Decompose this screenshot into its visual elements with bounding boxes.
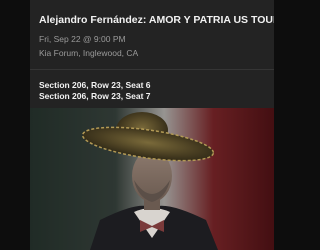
seat-label: Section 206, Row 23, Seat 7 xyxy=(39,91,151,101)
event-ticket-card[interactable]: Alejandro Fernández: AMOR Y PATRIA US TO… xyxy=(30,0,274,250)
event-artist-photo xyxy=(30,108,274,250)
event-venue: Kia Forum, Inglewood, CA xyxy=(39,48,139,58)
divider xyxy=(30,69,274,70)
event-title: Alejandro Fernández: AMOR Y PATRIA US TO… xyxy=(39,14,274,26)
event-header: Alejandro Fernández: AMOR Y PATRIA US TO… xyxy=(30,0,274,72)
seat-label: Section 206, Row 23, Seat 6 xyxy=(39,80,151,90)
seat-list: Section 206, Row 23, Seat 6 Section 206,… xyxy=(39,80,151,102)
event-datetime: Fri, Sep 22 @ 9:00 PM xyxy=(39,34,126,44)
